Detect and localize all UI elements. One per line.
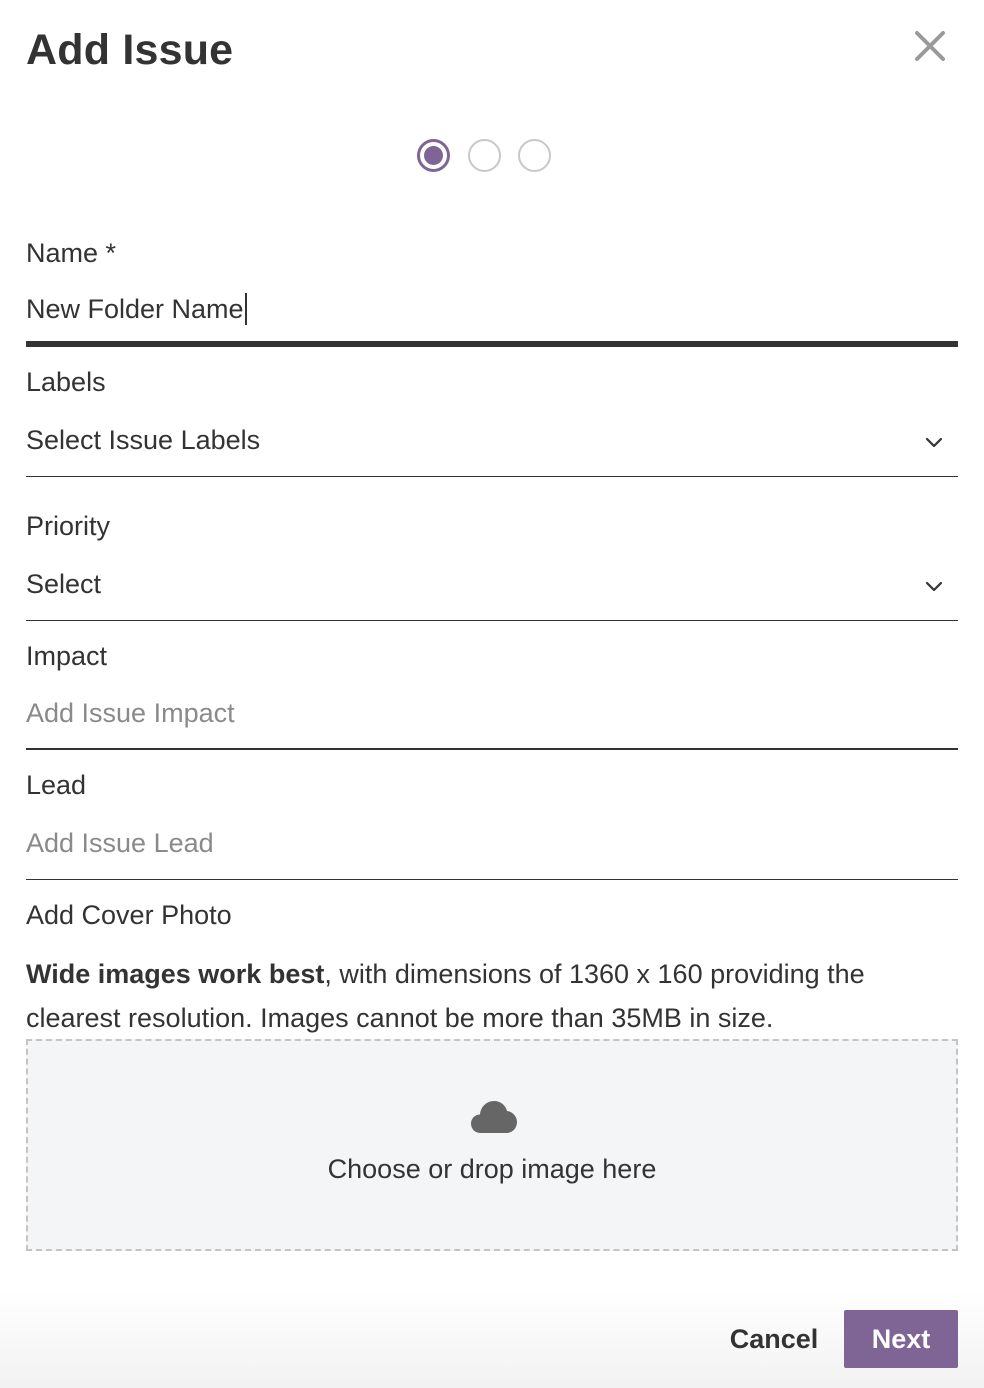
name-label: Name * [26,238,117,268]
step-indicator [415,139,555,177]
add-issue-dialog: Add Issue Name * New Folder Name Labels … [0,0,984,1388]
name-input-underline [26,341,958,347]
priority-select-value: Select [26,569,102,599]
impact-label: Impact [26,641,108,671]
footer-bar [0,1290,984,1388]
labels-label: Labels [26,367,106,397]
impact-input-placeholder: Add Issue Impact [26,698,235,728]
cover-photo-help-text: Wide images work best, with dimensions o… [26,952,966,1040]
priority-select-underline [26,620,958,621]
text-caret [244,292,247,325]
cover-photo-help-bold: Wide images work best [26,959,325,989]
lead-input[interactable]: Add Issue Lead [26,815,958,877]
priority-select[interactable]: Select [26,556,958,618]
labels-select[interactable]: Select Issue Labels [26,412,958,474]
cover-photo-label: Add Cover Photo [26,900,232,930]
step-1-dot[interactable] [417,139,450,172]
priority-label: Priority [26,511,111,541]
chevron-down-icon [925,437,943,448]
lead-input-placeholder: Add Issue Lead [26,828,214,858]
close-icon [915,31,945,61]
step-3-dot[interactable] [518,139,551,172]
impact-input-underline [26,748,958,750]
cancel-button[interactable]: Cancel [715,1310,833,1368]
close-button[interactable] [910,26,950,66]
dialog-title: Add Issue [26,26,234,74]
name-input[interactable]: New Folder Name [26,282,958,344]
lead-input-underline [26,879,958,880]
labels-select-underline [26,476,958,477]
chevron-down-icon [925,581,943,592]
lead-label: Lead [26,770,87,800]
next-button[interactable]: Next [844,1310,958,1368]
image-dropzone[interactable]: Choose or drop image here [26,1039,958,1251]
cloud-icon [471,1101,517,1133]
dropzone-text: Choose or drop image here [327,1154,657,1184]
impact-input[interactable]: Add Issue Impact [26,686,958,746]
step-2-dot[interactable] [468,139,501,172]
name-input-value: New Folder Name [26,292,247,327]
labels-select-value: Select Issue Labels [26,425,261,455]
